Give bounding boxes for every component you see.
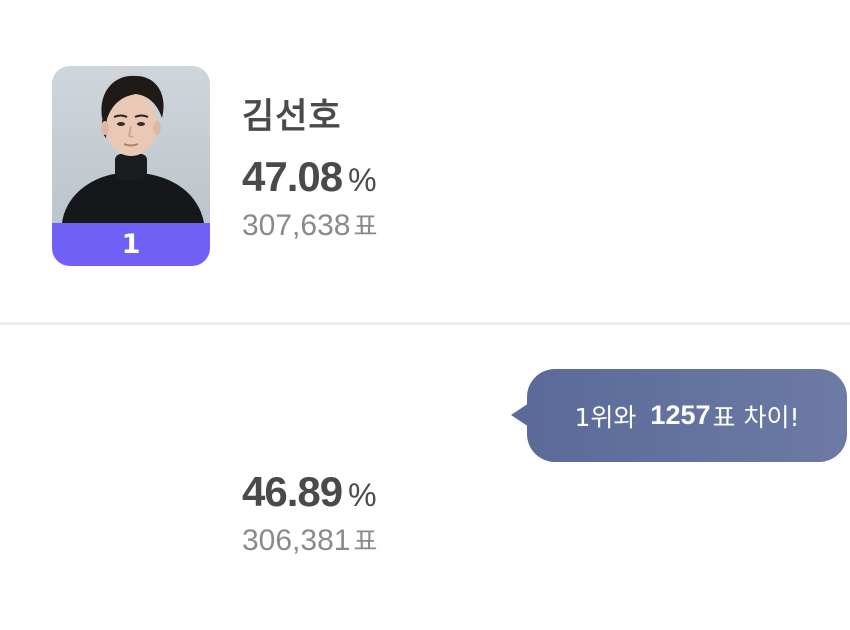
rank-badge: 1 (52, 223, 210, 266)
vote-results-page: 1 김선호 47.08 % 307,638 표 1위와 1257 표 차이! 4… (0, 0, 850, 630)
gap-number: 1257 (650, 400, 711, 430)
candidate-2-votes: 306,381 표 (242, 521, 377, 558)
percent-unit: % (348, 162, 377, 198)
vote-gap-bubble: 1위와 1257 표 차이! (527, 369, 847, 462)
section-divider (0, 322, 850, 325)
percent-value: 47.08 (242, 153, 343, 200)
votes-value: 307,638 (242, 209, 351, 242)
candidate-1-photo (52, 66, 210, 223)
candidate-1-name: 김선호 (242, 97, 342, 137)
percent-unit: % (348, 477, 377, 513)
votes-value: 306,381 (242, 524, 351, 557)
votes-unit: 표 (353, 212, 378, 242)
candidate-1-card[interactable]: 1 (52, 66, 210, 266)
candidate-2-percent: 46.89 % (242, 468, 377, 516)
gap-prefix: 1위와 (574, 402, 637, 432)
gap-suffix: 표 차이! (712, 402, 800, 432)
candidate-1-percent: 47.08 % (242, 153, 377, 201)
candidate-1-votes: 307,638 표 (242, 206, 377, 243)
votes-unit: 표 (353, 527, 378, 557)
percent-value: 46.89 (242, 468, 343, 515)
